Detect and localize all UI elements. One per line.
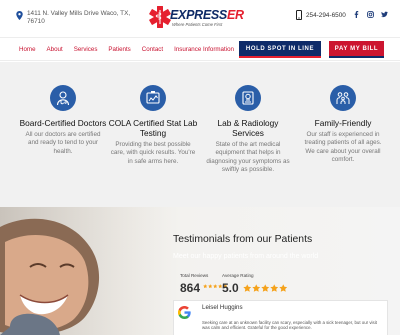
features-section: Board-Certified Doctors All our doctors … <box>0 62 400 207</box>
phone-number: 254-294-6500 <box>306 11 346 19</box>
address-text: 1411 N. Valley Mills Drive Waco, TX, 767… <box>27 10 131 25</box>
express-er-logo[interactable]: EXPRESSER Where Patients Come First <box>148 5 244 31</box>
address-block: 1411 N. Valley Mills Drive Waco, TX, 767… <box>16 10 136 26</box>
instagram-icon[interactable] <box>366 9 374 19</box>
feature-cola-lab: COLA Certified Stat Lab Testing Providin… <box>107 85 199 166</box>
star-icon <box>252 284 261 292</box>
review-text: Seeking care at an unknown facility can … <box>202 320 377 331</box>
logo-tagline: Where Patients Come First <box>172 22 223 27</box>
star-icon <box>208 284 213 289</box>
nav-home[interactable]: Home <box>19 46 36 53</box>
star-icon <box>279 284 288 292</box>
average-rating-stars <box>243 284 288 293</box>
total-reviews-count: 864 <box>180 281 201 295</box>
radiology-icon <box>235 85 261 111</box>
feature-lab-radiology: Lab & Radiology Services State of the ar… <box>202 85 294 175</box>
feature-title: Family-Friendly <box>314 118 372 128</box>
nav-services[interactable]: Services <box>74 46 98 53</box>
main-navigation: Home About Services Patients Contact Ins… <box>0 37 400 61</box>
logo-star-of-life-icon <box>149 6 171 28</box>
feature-text: Our staff is experienced in treating pat… <box>304 131 382 164</box>
lab-test-icon <box>140 85 166 111</box>
family-icon <box>330 85 356 111</box>
nav-about[interactable]: About <box>47 46 63 53</box>
testimonials-subtitle: Meet our happy patients from around the … <box>173 253 319 260</box>
pay-bill-button[interactable]: PAY MY BILL <box>329 41 384 58</box>
smiling-patient-photo <box>0 207 168 335</box>
facebook-icon[interactable] <box>352 9 360 19</box>
doctor-icon <box>50 85 76 111</box>
nav-contact[interactable]: Contact <box>142 46 163 53</box>
twitter-icon[interactable] <box>380 9 388 19</box>
testimonials-title: Testimonials from our Patients <box>173 234 313 245</box>
review-card[interactable]: Leisel Huggins Seeking care at an unknow… <box>173 300 388 335</box>
feature-family-friendly: Family-Friendly Our staff is experienced… <box>297 85 389 165</box>
testimonials-section: Testimonials from our Patients Meet our … <box>0 207 400 335</box>
average-rating-value: 5.0 <box>222 281 239 295</box>
feature-text: Providing the best possible care, with q… <box>110 141 196 165</box>
google-icon <box>178 306 191 319</box>
feature-text: State of the art medical equipment that … <box>206 141 290 174</box>
star-icon <box>203 284 208 289</box>
feature-title: COLA Certified Stat Lab Testing <box>108 118 198 138</box>
star-icon <box>243 284 252 292</box>
feature-title: Lab & Radiology Services <box>217 118 279 138</box>
star-icon <box>261 284 270 292</box>
nav-patients[interactable]: Patients <box>108 46 130 53</box>
star-icon <box>270 284 279 292</box>
location-pin-icon <box>16 11 23 20</box>
total-reviews-label: Total Reviews <box>180 273 209 278</box>
top-bar: 1411 N. Valley Mills Drive Waco, TX, 767… <box>0 0 400 36</box>
hold-spot-button[interactable]: HOLD SPOT IN LINE <box>239 41 321 58</box>
nav-insurance-information[interactable]: Insurance Information <box>174 46 234 53</box>
review-author: Leisel Huggins <box>202 304 243 311</box>
average-rating-label: Average Rating <box>222 273 254 278</box>
feature-board-certified: Board-Certified Doctors All our doctors … <box>17 85 109 156</box>
phone-contact[interactable]: 254-294-6500 <box>296 10 346 20</box>
feature-text: All our doctors are certified and ready … <box>25 131 101 155</box>
star-icon <box>213 284 218 289</box>
feature-title: Board-Certified Doctors <box>19 118 107 128</box>
logo-wordmark: EXPRESSER <box>170 8 244 22</box>
mobile-phone-icon <box>296 10 302 20</box>
social-links <box>352 9 388 19</box>
